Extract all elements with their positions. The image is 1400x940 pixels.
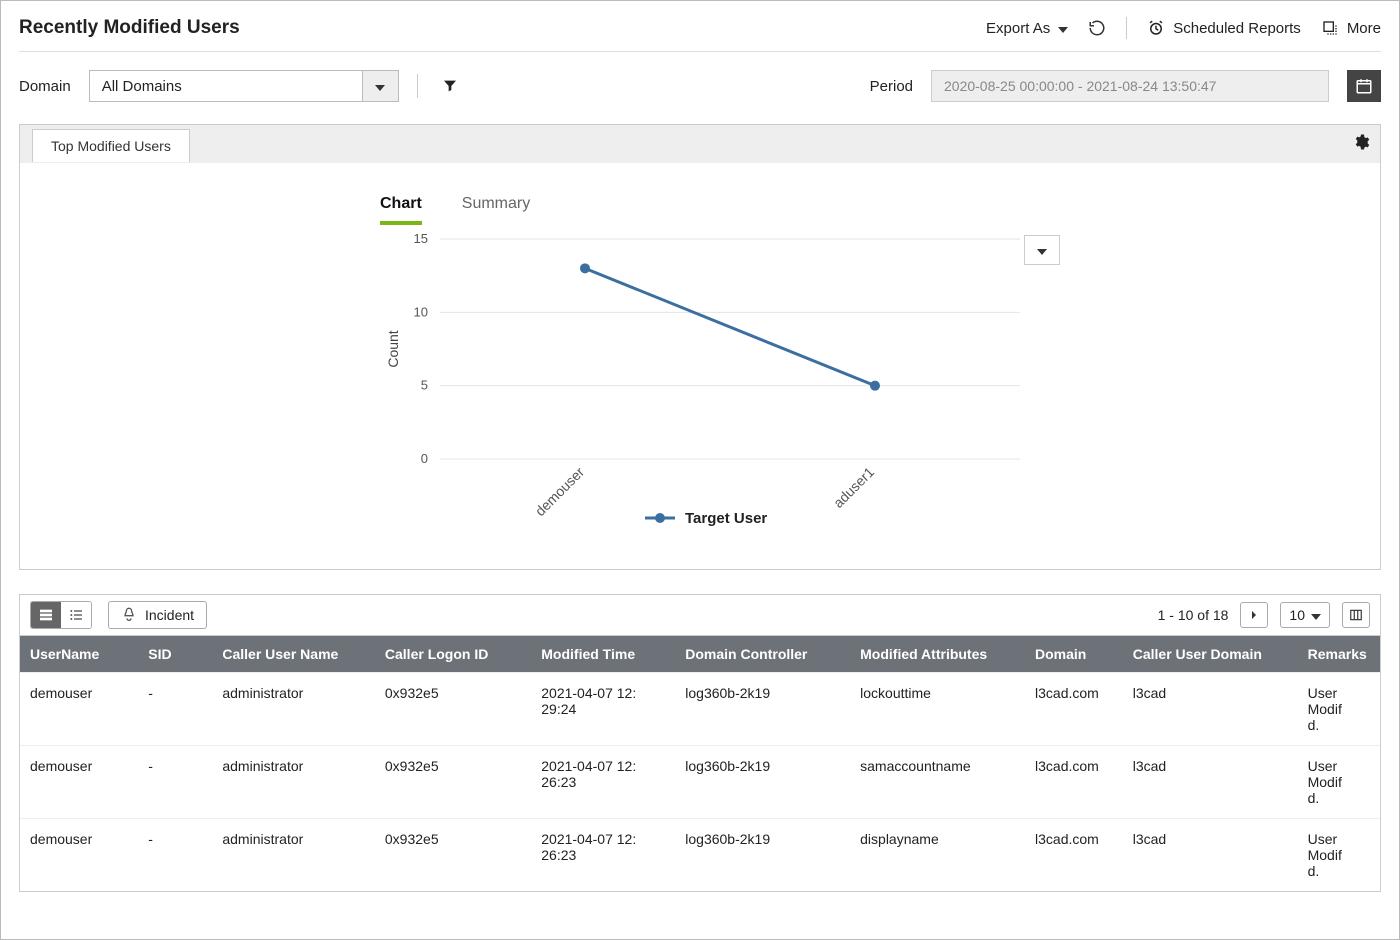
table-cell: l3cad [1123,673,1298,746]
domain-label: Domain [19,78,71,95]
table-cell: log360b-2k19 [675,819,850,892]
tab-summary[interactable]: Summary [462,195,530,225]
table-cell: lockouttime [850,673,1025,746]
table-cell: administrator [212,746,375,819]
table-cell: l3cad.com [1025,746,1123,819]
chevron-down-icon[interactable] [1024,235,1060,265]
column-header[interactable]: Domain [1025,636,1123,673]
list-view-button[interactable] [61,602,91,628]
refresh-icon[interactable] [1088,19,1106,37]
table-cell: - [138,673,212,746]
page-size-select[interactable]: 10 [1280,602,1330,628]
table-cell: l3cad.com [1025,819,1123,892]
chart-area: 0 5 10 15 Count demouser aduser1 Target User [380,229,1060,529]
svg-text:5: 5 [421,378,428,393]
table-cell: log360b-2k19 [675,673,850,746]
tab-chart[interactable]: Chart [380,195,422,225]
column-header[interactable]: Domain Controller [675,636,850,673]
table-row[interactable]: demouser-administrator0x932e52021-04-07 … [20,819,1380,892]
incident-label: Incident [145,607,194,623]
table-cell: - [138,746,212,819]
svg-text:demouser: demouser [532,464,588,520]
domain-value: All Domains [90,78,362,95]
svg-text:Count: Count [385,330,401,367]
table-cell: demouser [20,746,138,819]
filter-icon[interactable] [436,72,464,100]
next-page-button[interactable] [1240,602,1268,628]
table-section: Incident 1 - 10 of 18 10 [19,594,1381,892]
svg-text:aduser1: aduser1 [830,464,877,511]
panel-tab-top-modified[interactable]: Top Modified Users [32,129,190,162]
chart-panel: Top Modified Users Chart Summary 0 5 10 15 C… [19,124,1381,570]
column-header[interactable]: UserName [20,636,138,673]
page-title: Recently Modified Users [19,17,240,39]
svg-text:10: 10 [414,304,428,319]
table-cell: demouser [20,673,138,746]
column-header[interactable]: Modified Attributes [850,636,1025,673]
chevron-down-icon [1058,20,1068,37]
more-icon [1321,19,1339,37]
table-cell: log360b-2k19 [675,746,850,819]
view-toggle [30,601,92,629]
table-cell: 0x932e5 [375,673,531,746]
header-actions: Export As Scheduled Reports More [986,17,1381,39]
table-cell: 2021-04-07 12:26:23 [531,746,675,819]
table-cell: 2021-04-07 12:29:24 [531,673,675,746]
table-cell: 0x932e5 [375,746,531,819]
grid-view-button[interactable] [31,602,61,628]
column-header[interactable]: Remarks [1298,636,1380,673]
period-label: Period [870,78,913,95]
table-cell: User Modifd. [1298,819,1380,892]
page-size-value: 10 [1289,607,1305,623]
table-cell: - [138,819,212,892]
export-label: Export As [986,20,1050,37]
calendar-icon[interactable] [1347,70,1381,102]
alarm-icon [1147,19,1165,37]
incident-button[interactable]: Incident [108,601,207,629]
table-cell: administrator [212,673,375,746]
divider [417,74,418,98]
table-cell: l3cad [1123,819,1298,892]
table-row[interactable]: demouser-administrator0x932e52021-04-07 … [20,746,1380,819]
table-cell: User Modifd. [1298,673,1380,746]
more-label: More [1347,20,1381,37]
table-cell: demouser [20,819,138,892]
column-header[interactable]: SID [138,636,212,673]
table-cell: displayname [850,819,1025,892]
table-row[interactable]: demouser-administrator0x932e52021-04-07 … [20,673,1380,746]
domain-select[interactable]: All Domains [89,70,399,102]
svg-text:0: 0 [421,451,428,466]
column-header[interactable]: Caller User Name [212,636,375,673]
columns-button[interactable] [1342,602,1370,628]
gear-icon[interactable] [1352,133,1370,154]
pager-text: 1 - 10 of 18 [1158,607,1229,623]
table-cell: administrator [212,819,375,892]
table-cell: l3cad [1123,746,1298,819]
table-cell: samaccountname [850,746,1025,819]
column-header[interactable]: Modified Time [531,636,675,673]
period-input[interactable]: 2020-08-25 00:00:00 - 2021-08-24 13:50:4… [931,70,1329,102]
column-header[interactable]: Caller User Domain [1123,636,1298,673]
table-cell: 0x932e5 [375,819,531,892]
divider [1126,17,1127,39]
export-button[interactable]: Export As [986,20,1068,37]
column-header[interactable]: Caller Logon ID [375,636,531,673]
more-button[interactable]: More [1321,19,1381,37]
svg-text:15: 15 [414,231,428,246]
table-cell: 2021-04-07 12:26:23 [531,819,675,892]
pager: 1 - 10 of 18 10 [1158,602,1370,628]
data-table: UserNameSIDCaller User NameCaller Logon … [20,636,1380,891]
chevron-down-icon [1311,607,1321,623]
scheduled-reports-label: Scheduled Reports [1173,20,1301,37]
table-cell: l3cad.com [1025,673,1123,746]
table-cell: User Modifd. [1298,746,1380,819]
svg-text:Target User: Target User [685,510,767,527]
chevron-down-icon[interactable] [362,71,398,101]
scheduled-reports-button[interactable]: Scheduled Reports [1147,19,1301,37]
